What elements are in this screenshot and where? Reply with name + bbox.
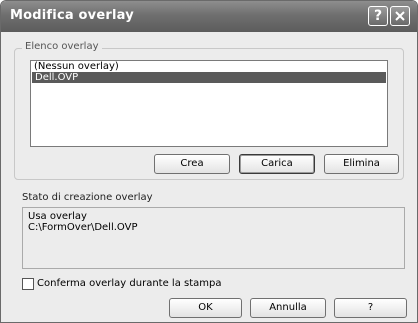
status-label: Stato di creazione overlay xyxy=(22,192,153,203)
status-box: Usa overlay C:\FormOver\Dell.OVP xyxy=(22,207,405,269)
delete-button[interactable]: Elimina xyxy=(324,154,399,174)
window-title: Modifica overlay xyxy=(10,8,134,23)
overlay-list-legend: Elenco overlay xyxy=(22,41,102,52)
status-line-2: C:\FormOver\Dell.OVP xyxy=(28,222,138,233)
title-bar: Modifica overlay ? xyxy=(1,1,417,32)
create-button[interactable]: Crea xyxy=(154,154,230,174)
confirm-overlay-checkbox[interactable] xyxy=(22,278,34,290)
help-title-button[interactable]: ? xyxy=(368,6,388,26)
confirm-overlay-label: Conferma overlay durante la stampa xyxy=(37,278,222,289)
help-button[interactable]: ? xyxy=(334,298,407,318)
close-icon xyxy=(395,11,405,21)
help-icon: ? xyxy=(373,8,383,24)
status-line-1: Usa overlay xyxy=(28,211,87,222)
modifica-overlay-dialog: Modifica overlay ? Elenco overlay (Nessu… xyxy=(0,0,418,323)
load-button[interactable]: Carica xyxy=(239,154,315,174)
cancel-button[interactable]: Annulla xyxy=(250,298,326,318)
list-item-none[interactable]: (Nessun overlay) xyxy=(31,61,387,72)
list-item-dell-ovp[interactable]: Dell.OVP xyxy=(32,72,386,83)
ok-button[interactable]: OK xyxy=(169,298,242,318)
overlay-listbox[interactable]: (Nessun overlay) Dell.OVP xyxy=(30,60,388,147)
close-button[interactable] xyxy=(390,6,410,26)
